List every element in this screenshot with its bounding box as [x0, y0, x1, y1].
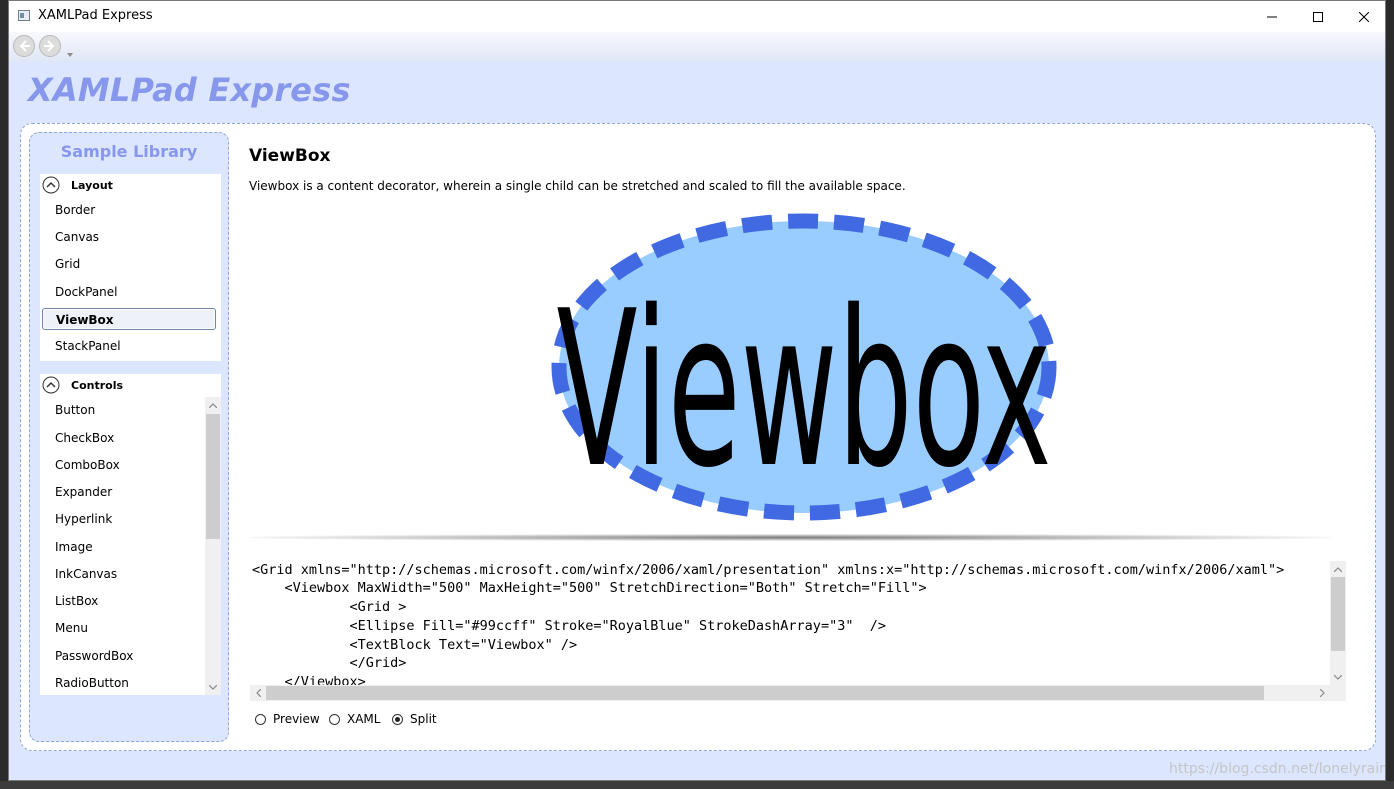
- sample-item-combobox[interactable]: ComboBox: [42, 454, 216, 476]
- sample-item-stackpanel[interactable]: StackPanel: [42, 335, 216, 357]
- sample-item-canvas[interactable]: Canvas: [42, 226, 216, 248]
- editor-vertical-scrollbar[interactable]: [1330, 561, 1346, 685]
- sample-item-radiobutton[interactable]: RadioButton: [42, 672, 216, 694]
- xaml-editor[interactable]: <Grid xmlns="http://schemas.microsoft.co…: [250, 561, 1346, 701]
- sample-item-checkbox[interactable]: CheckBox: [42, 427, 216, 449]
- sample-item-button[interactable]: Button: [42, 399, 216, 421]
- forward-arrow-icon: [44, 40, 55, 52]
- split-radio[interactable]: [392, 713, 403, 725]
- layout-group-header[interactable]: Layout: [40, 174, 221, 198]
- layout-group-label: Layout: [71, 179, 113, 192]
- view-mode-xaml[interactable]: XAML: [329, 711, 380, 727]
- back-arrow-icon: [19, 40, 30, 52]
- code-line: <Grid xmlns="http://schemas.microsoft.co…: [252, 562, 1285, 578]
- controls-group: Controls Button CheckBox ComboBox Expand…: [40, 374, 221, 695]
- chevron-up-icon: [1334, 566, 1342, 572]
- preview-text: Viewbox: [557, 264, 1052, 515]
- collapse-icon[interactable]: [42, 176, 60, 194]
- splitter[interactable]: [249, 534, 1331, 541]
- xaml-radio[interactable]: [329, 713, 340, 725]
- scrollbar-corner: [1330, 685, 1346, 701]
- navigation-bar: [9, 32, 1385, 62]
- code-line: <Grid >: [252, 599, 407, 615]
- sample-title: ViewBox: [249, 146, 331, 166]
- scrollbar-thumb[interactable]: [206, 414, 220, 539]
- scrollbar-thumb[interactable]: [266, 686, 1264, 700]
- scroll-right-button[interactable]: [1314, 685, 1330, 701]
- controls-group-header[interactable]: Controls: [40, 374, 221, 398]
- scroll-down-button[interactable]: [1330, 669, 1346, 685]
- chevron-down-icon: [67, 53, 73, 57]
- chevron-down-icon: [1334, 674, 1342, 680]
- scrollbar-thumb[interactable]: [1331, 577, 1345, 651]
- app-window: XAMLPad Express XAMLPad Express Sample L…: [8, 0, 1386, 781]
- sample-item-viewbox[interactable]: ViewBox: [42, 308, 216, 330]
- preview-radio[interactable]: [255, 713, 266, 725]
- maximize-icon: [1313, 11, 1323, 22]
- layout-group: Layout Border Canvas Grid DockPanel View…: [40, 174, 221, 361]
- sample-item-passwordbox[interactable]: PasswordBox: [42, 645, 216, 667]
- chevron-right-icon: [1319, 689, 1325, 697]
- viewbox-preview: Viewbox: [551, 213, 1057, 521]
- close-button[interactable]: [1341, 1, 1385, 32]
- sample-item-inkcanvas[interactable]: InkCanvas: [42, 563, 216, 585]
- view-mode-split[interactable]: Split: [392, 711, 437, 727]
- app-heading: XAMLPad Express: [28, 71, 351, 109]
- controls-group-label: Controls: [71, 379, 124, 392]
- scroll-up-button[interactable]: [1330, 561, 1346, 577]
- window-title: XAMLPad Express: [38, 8, 153, 23]
- sample-item-menu[interactable]: Menu: [42, 617, 216, 639]
- code-line: <TextBlock Text="Viewbox" />: [252, 637, 578, 653]
- history-dropdown[interactable]: [67, 42, 73, 61]
- chevron-up-icon: [209, 402, 217, 408]
- desktop-background: [0, 781, 1394, 789]
- back-button[interactable]: [13, 35, 35, 57]
- title-bar[interactable]: XAMLPad Express: [9, 1, 1385, 32]
- forward-button[interactable]: [39, 35, 61, 57]
- collapse-icon[interactable]: [42, 376, 60, 394]
- editor-horizontal-scrollbar[interactable]: [250, 685, 1330, 701]
- sample-item-image[interactable]: Image: [42, 536, 216, 558]
- code-line: </Grid>: [252, 655, 407, 671]
- minimize-icon: [1267, 16, 1277, 17]
- chevron-left-icon: [255, 689, 261, 697]
- sample-item-expander[interactable]: Expander: [42, 481, 216, 503]
- maximize-button[interactable]: [1295, 1, 1341, 32]
- sidebar-title: Sample Library: [60, 142, 198, 161]
- minimize-button[interactable]: [1249, 1, 1295, 32]
- split-radio-label: Split: [410, 712, 437, 726]
- view-mode-preview[interactable]: Preview: [255, 711, 320, 727]
- sample-description: Viewbox is a content decorator, wherein …: [249, 179, 906, 193]
- close-icon: [1359, 11, 1369, 22]
- sample-library-sidebar: Sample Library Layout Border Canvas Grid…: [29, 132, 229, 742]
- sample-item-border[interactable]: Border: [42, 199, 216, 221]
- code-line: <Ellipse Fill="#99ccff" Stroke="RoyalBlu…: [252, 618, 886, 634]
- sample-item-dockpanel[interactable]: DockPanel: [42, 281, 216, 303]
- scroll-left-button[interactable]: [250, 685, 266, 701]
- sample-item-hyperlink[interactable]: Hyperlink: [42, 508, 216, 530]
- code-line: <Viewbox MaxWidth="500" MaxHeight="500" …: [252, 580, 927, 596]
- controls-scrollbar[interactable]: [205, 397, 221, 695]
- scroll-up-button[interactable]: [205, 397, 221, 413]
- watermark: https://blog.csdn.net/lonelyrains: [1169, 761, 1386, 777]
- chevron-down-icon: [209, 684, 217, 690]
- sample-item-listbox[interactable]: ListBox: [42, 590, 216, 612]
- app-icon: [18, 10, 30, 21]
- sample-item-grid[interactable]: Grid: [42, 253, 216, 275]
- xaml-radio-label: XAML: [347, 712, 381, 726]
- preview-radio-label: Preview: [273, 712, 320, 726]
- scroll-down-button[interactable]: [205, 679, 221, 695]
